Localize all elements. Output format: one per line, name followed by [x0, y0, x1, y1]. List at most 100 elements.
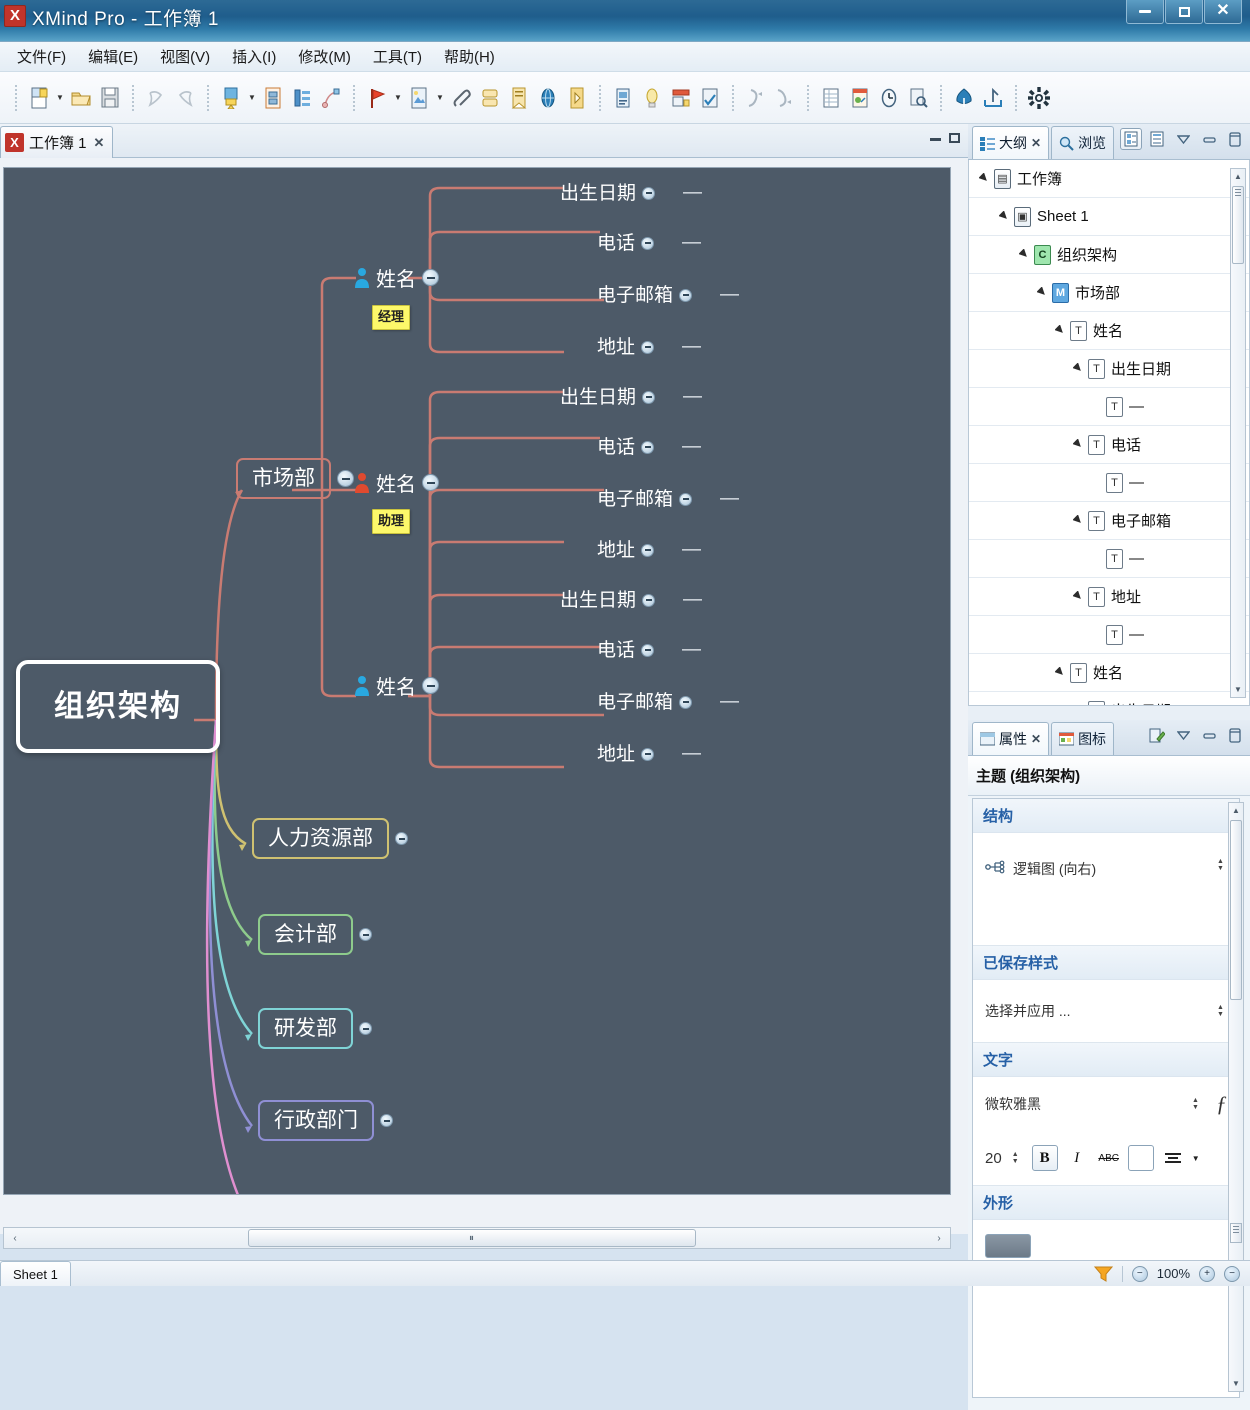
insert-topic-icon[interactable]	[217, 83, 245, 113]
insert-relationship-icon[interactable]	[317, 83, 345, 113]
structure-row[interactable]: 逻辑图 (向右) ▲ ▼	[973, 833, 1239, 945]
collapse-toggle[interactable]	[641, 440, 655, 454]
scroll-down-icon[interactable]: ▼	[1229, 1376, 1243, 1391]
tab-properties[interactable]: 属性 ✕	[972, 722, 1050, 755]
collapse-toggle[interactable]	[395, 832, 408, 846]
field-node-phone-3[interactable]: 电话 —	[597, 635, 701, 665]
dropdown-arrow-icon[interactable]: ▼	[434, 83, 446, 113]
audit-icon[interactable]	[904, 83, 932, 113]
notes-panel-icon[interactable]	[609, 83, 637, 113]
field-node-email-3[interactable]: 电子邮箱 —	[597, 687, 739, 717]
zoom-fit-button[interactable]: −	[1224, 1265, 1240, 1282]
tree-row[interactable]: ▤ 工作簿	[969, 160, 1249, 198]
shape-preview[interactable]	[985, 1234, 1031, 1258]
field-node-birthdate-2[interactable]: 出生日期 —	[560, 382, 702, 412]
insert-label-icon[interactable]	[505, 83, 533, 113]
brainstorm-icon[interactable]	[846, 83, 874, 113]
open-folder-icon[interactable]	[67, 83, 95, 113]
tree-row[interactable]: T 出生日期	[969, 350, 1249, 388]
menu-help[interactable]: 帮助(H)	[433, 43, 506, 70]
field-node-phone-2[interactable]: 电话 —	[597, 432, 701, 462]
department-node-accounting[interactable]: 会计部	[258, 914, 372, 956]
tree-row[interactable]: M 市场部	[969, 274, 1249, 312]
align-dropdown-arrow-icon[interactable]: ▼	[1192, 1154, 1200, 1163]
field-node-address-2[interactable]: 地址 —	[597, 535, 701, 565]
maximize-button[interactable]	[1165, 0, 1203, 24]
canvas-horizontal-scrollbar[interactable]: ‹ ⏸ ›	[3, 1227, 951, 1249]
tree-row[interactable]: T 出生日期	[969, 692, 1249, 705]
structure-spinner[interactable]: ▲ ▼	[1217, 858, 1227, 872]
hyperlink-icon[interactable]	[534, 83, 562, 113]
view-menu-icon[interactable]	[1172, 128, 1194, 150]
twisty-expanded-icon[interactable]	[1073, 515, 1084, 526]
menu-file[interactable]: 文件(F)	[6, 43, 77, 70]
twisty-expanded-icon[interactable]	[1019, 249, 1030, 260]
drill-down-icon[interactable]	[742, 83, 770, 113]
collapse-toggle[interactable]	[641, 543, 655, 557]
menu-tools[interactable]: 工具(T)	[362, 43, 433, 70]
tree-row[interactable]: T 电子邮箱	[969, 502, 1249, 540]
timer-icon[interactable]	[875, 83, 903, 113]
align-icon[interactable]	[1160, 1145, 1186, 1171]
collapse-toggle[interactable]	[422, 474, 439, 491]
collapse-toggle[interactable]	[641, 643, 655, 657]
marker-flag-icon[interactable]	[363, 83, 391, 113]
properties-scrollbar[interactable]: ▲ ▼	[1228, 802, 1244, 1392]
collapse-toggle[interactable]	[641, 747, 655, 761]
font-size-row[interactable]: 20 ▲ ▼ B I ABC ▼	[973, 1131, 1239, 1185]
presentation-icon[interactable]	[667, 83, 695, 113]
collapse-toggle[interactable]	[641, 236, 655, 250]
font-family-row[interactable]: 微软雅黑 ▲ ▼ ƒ	[973, 1077, 1239, 1131]
outline-tree[interactable]: ▤ 工作簿 ▣ Sheet 1 C 组织架构 M 市场部 T 姓名 T 出生日期	[968, 160, 1250, 706]
field-node-birthdate-3[interactable]: 出生日期 —	[560, 585, 702, 615]
strikethrough-button[interactable]: ABC	[1096, 1145, 1122, 1171]
twisty-expanded-icon[interactable]	[1073, 591, 1084, 602]
tree-row[interactable]: T 电话	[969, 426, 1249, 464]
collapse-toggle[interactable]	[642, 186, 656, 200]
twisty-expanded-icon[interactable]	[1073, 439, 1084, 450]
sticky-label-manager[interactable]: 经理	[372, 305, 411, 330]
tree-row[interactable]: ▣ Sheet 1	[969, 198, 1249, 236]
upload-share-icon[interactable]	[950, 83, 978, 113]
menu-edit[interactable]: 编辑(E)	[77, 43, 149, 70]
scroll-up-icon[interactable]: ▲	[1231, 169, 1245, 184]
sheet-tab[interactable]: Sheet 1	[0, 1261, 71, 1286]
collapse-toggle[interactable]	[679, 492, 693, 506]
mindmap-canvas[interactable]: 组织架构 市场部 人力资源部 会计部 研发部 行政部门 姓名 经理 出生日期 —…	[3, 167, 951, 1195]
close-tab-icon[interactable]: ✕	[94, 135, 105, 151]
collapse-toggle[interactable]	[380, 1114, 393, 1128]
insert-note-icon[interactable]	[476, 83, 504, 113]
font-size-spinner[interactable]: ▲ ▼	[1012, 1151, 1022, 1165]
collapse-toggle[interactable]	[359, 1022, 372, 1036]
minimize-panel-icon[interactable]	[1198, 724, 1220, 746]
tree-row[interactable]: C 组织架构	[969, 236, 1249, 274]
tree-row[interactable]: T 姓名	[969, 654, 1249, 692]
twisty-expanded-icon[interactable]	[1073, 363, 1084, 374]
field-node-address-1[interactable]: 地址 —	[597, 332, 701, 362]
tree-row[interactable]: T —	[969, 540, 1249, 578]
saved-styles-row[interactable]: 选择并应用 ... ▲ ▼	[973, 980, 1239, 1042]
scroll-left-icon[interactable]: ‹	[6, 1228, 24, 1248]
outline-scroll-thumb[interactable]	[1232, 186, 1244, 264]
view-menu-icon[interactable]	[1172, 724, 1194, 746]
new-document-icon[interactable]	[25, 83, 53, 113]
department-node-marketing[interactable]: 市场部	[236, 458, 354, 500]
field-node-phone-1[interactable]: 电话 —	[597, 228, 701, 258]
collapse-toggle[interactable]	[359, 928, 372, 942]
minimize-button[interactable]	[1126, 0, 1164, 24]
collapse-toggle[interactable]	[337, 470, 354, 488]
person-node-1[interactable]: 姓名	[354, 263, 439, 292]
sticky-label-assistant[interactable]: 助理	[372, 509, 411, 534]
twisty-expanded-icon[interactable]	[1055, 667, 1066, 678]
close-icon[interactable]: ✕	[1031, 136, 1041, 150]
dropdown-arrow-icon[interactable]: ▼	[392, 83, 404, 113]
minimize-panel-icon[interactable]	[1198, 128, 1220, 150]
insert-boundary-icon[interactable]	[563, 83, 591, 113]
menu-insert[interactable]: 插入(I)	[221, 43, 287, 70]
properties-content[interactable]: 结构 逻辑图 (向右) ▲ ▼ 已保存样式 选择并应用 ... ▲ ▼ 文字 微软雅…	[972, 798, 1240, 1398]
department-node-hr[interactable]: 人力资源部	[252, 818, 408, 860]
field-node-address-3[interactable]: 地址 —	[597, 739, 701, 769]
tab-browse[interactable]: 浏览	[1051, 126, 1115, 159]
collapse-toggle[interactable]	[422, 269, 439, 286]
twisty-expanded-icon[interactable]	[1037, 287, 1048, 298]
